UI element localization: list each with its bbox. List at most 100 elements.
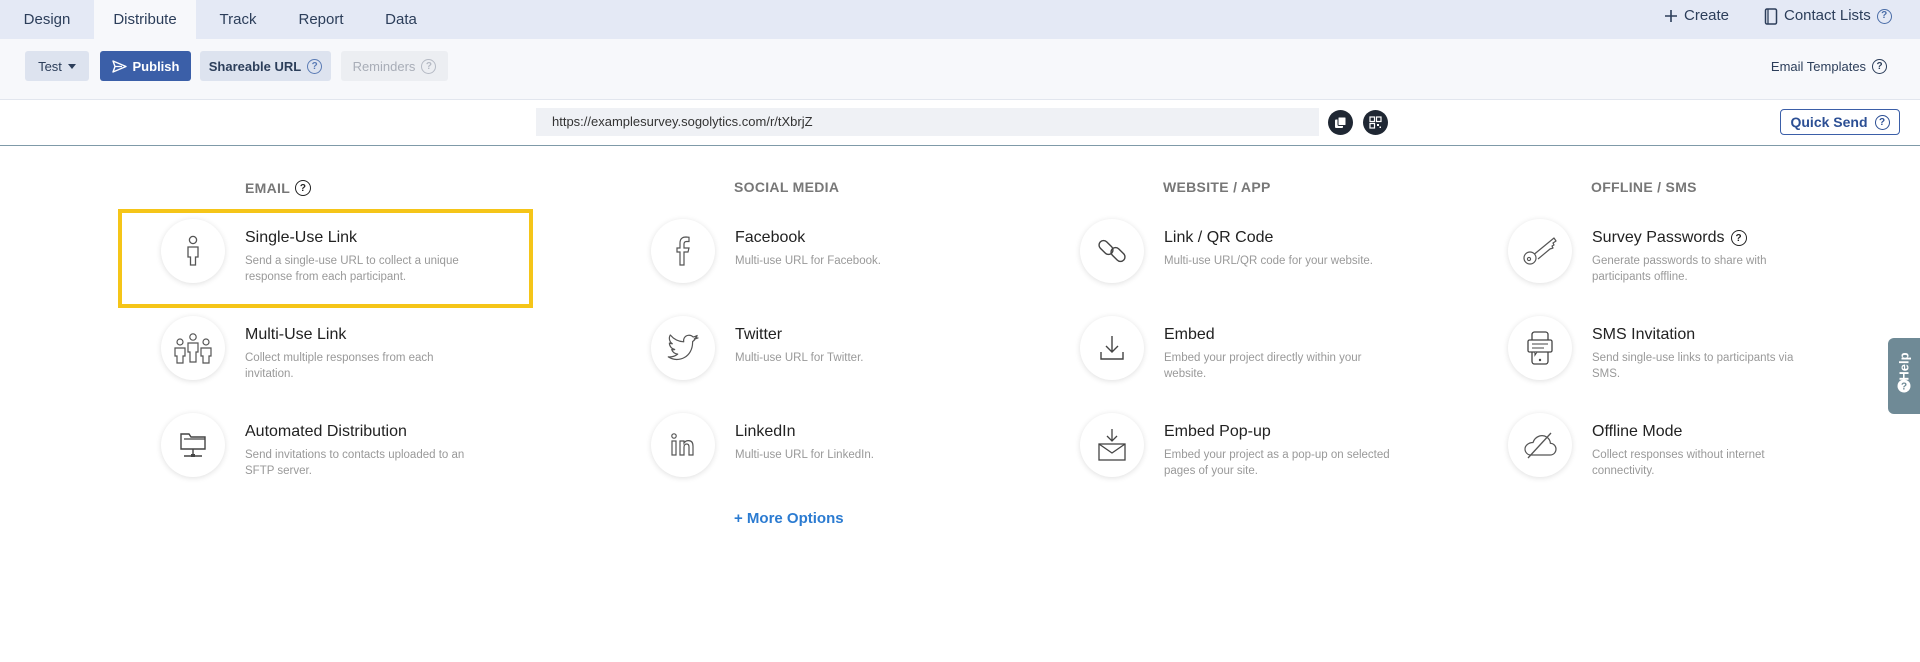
person-icon bbox=[187, 235, 199, 266]
folder-network-icon bbox=[180, 433, 206, 457]
copy-icon bbox=[1335, 116, 1347, 128]
distribute-toolbar: Test Publish Shareable URL ? Reminders ?… bbox=[0, 39, 1920, 100]
facebook-icon bbox=[676, 236, 690, 266]
quick-send-label: Quick Send bbox=[1790, 114, 1868, 130]
option-title: Offline Mode bbox=[1592, 423, 1683, 440]
qr-code-icon bbox=[1369, 116, 1382, 129]
survey-passwords-option[interactable]: Survey Passwords ? Generate passwords to… bbox=[1508, 219, 1920, 289]
option-description: Collect multiple responses from each inv… bbox=[245, 352, 434, 380]
option-description: Collect responses without internet conne… bbox=[1592, 449, 1765, 477]
email-heading-label: EMAIL bbox=[245, 180, 291, 196]
email-templates-link[interactable]: Email Templates ? bbox=[1766, 51, 1892, 81]
offline-sms-heading: OFFLINE / SMS bbox=[1591, 179, 1697, 195]
plus-icon bbox=[1665, 10, 1677, 22]
option-description: Multi-use URL for Facebook. bbox=[735, 255, 881, 267]
option-icon-circle bbox=[161, 316, 225, 380]
link-qr-code-option[interactable]: Link / QR Code Multi-use URL/QR code for… bbox=[1080, 219, 1500, 289]
tab-design[interactable]: Design bbox=[0, 0, 94, 39]
option-description: Multi-use URL for Twitter. bbox=[735, 352, 864, 364]
shareable-url-label: Shareable URL bbox=[208, 58, 302, 74]
help-circle-icon[interactable]: ? bbox=[295, 180, 312, 196]
option-title: Survey Passwords ? bbox=[1592, 229, 1747, 247]
qr-code-button[interactable] bbox=[1363, 110, 1388, 135]
option-description: Generate passwords to share with partici… bbox=[1592, 255, 1767, 283]
option-icon-circle bbox=[1080, 413, 1144, 477]
option-description: Embed your project directly within your … bbox=[1164, 352, 1362, 380]
help-circle-icon: ? bbox=[307, 58, 323, 74]
multi-use-link-option[interactable]: Multi-Use Link Collect multiple response… bbox=[161, 316, 581, 386]
option-icon-circle bbox=[651, 219, 715, 283]
tab-data[interactable]: Data bbox=[362, 0, 440, 39]
top-tab-bar: Design Distribute Track Report Data Crea… bbox=[0, 0, 1920, 39]
link-icon bbox=[1098, 239, 1126, 263]
contact-lists-label: Contact Lists bbox=[1784, 7, 1871, 24]
copy-button[interactable] bbox=[1328, 110, 1353, 135]
publish-button[interactable]: Publish bbox=[100, 51, 191, 81]
twitter-option[interactable]: Twitter Multi-use URL for Twitter. bbox=[651, 316, 1071, 386]
automated-distribution-option[interactable]: Automated Distribution Send invitations … bbox=[161, 413, 581, 483]
help-circle-icon: ? bbox=[1897, 379, 1911, 393]
option-description: Send a single-use URL to collect a uniqu… bbox=[245, 255, 459, 283]
help-side-tab[interactable]: Help ? bbox=[1888, 338, 1920, 414]
shareable-url-button[interactable]: Shareable URL ? bbox=[200, 51, 331, 81]
option-title: SMS Invitation bbox=[1592, 326, 1696, 343]
sms-invitation-option[interactable]: SMS Invitation Send single-use links to … bbox=[1508, 316, 1920, 386]
test-dropdown[interactable]: Test bbox=[25, 51, 89, 81]
survey-url-row: https://examplesurvey.sogolytics.com/r/t… bbox=[0, 100, 1920, 146]
address-book-icon bbox=[1764, 7, 1778, 25]
option-title-text: Survey Passwords bbox=[1592, 229, 1725, 246]
svg-text:?: ? bbox=[1901, 382, 1907, 393]
phone-message-icon bbox=[1527, 331, 1553, 365]
survey-url-field[interactable]: https://examplesurvey.sogolytics.com/r/t… bbox=[536, 108, 1319, 136]
reminders-label: Reminders bbox=[352, 58, 416, 74]
option-description: Send invitations to contacts uploaded to… bbox=[245, 449, 465, 477]
single-use-link-option[interactable]: Single-Use Link Send a single-use URL to… bbox=[161, 219, 581, 289]
option-icon-circle bbox=[651, 413, 715, 477]
tab-track[interactable]: Track bbox=[196, 0, 280, 39]
reminders-button[interactable]: Reminders ? bbox=[341, 51, 448, 81]
option-icon-circle bbox=[1508, 316, 1572, 380]
option-title: Single-Use Link bbox=[245, 229, 358, 246]
publish-label: Publish bbox=[132, 58, 180, 74]
embed-popup-option[interactable]: Embed Pop-up Embed your project as a pop… bbox=[1080, 413, 1500, 483]
option-title: Automated Distribution bbox=[245, 423, 407, 440]
option-title: Link / QR Code bbox=[1164, 229, 1274, 246]
tab-report[interactable]: Report bbox=[280, 0, 362, 39]
quick-send-button[interactable]: Quick Send ? bbox=[1780, 109, 1900, 135]
email-templates-label: Email Templates bbox=[1770, 58, 1867, 74]
contact-lists-button[interactable]: Contact Lists ? bbox=[1764, 0, 1892, 32]
offline-mode-option[interactable]: Offline Mode Collect responses without i… bbox=[1508, 413, 1920, 483]
help-circle-icon: ? bbox=[1874, 114, 1890, 130]
cloud-off-icon bbox=[1524, 432, 1557, 459]
linkedin-icon bbox=[671, 433, 694, 456]
option-title: Multi-Use Link bbox=[245, 326, 347, 343]
help-circle-icon[interactable]: ? bbox=[1876, 8, 1892, 24]
more-options-link[interactable]: + More Options bbox=[734, 510, 844, 527]
website-app-heading: WEBSITE / APP bbox=[1163, 179, 1271, 195]
option-title: Twitter bbox=[735, 326, 783, 343]
test-label: Test bbox=[38, 58, 62, 74]
twitter-icon bbox=[667, 334, 699, 361]
help-circle-icon[interactable]: ? bbox=[1730, 230, 1747, 246]
people-group-icon bbox=[174, 333, 212, 364]
option-icon-circle bbox=[1080, 316, 1144, 380]
facebook-option[interactable]: Facebook Multi-use URL for Facebook. bbox=[651, 219, 1071, 289]
linkedin-option[interactable]: LinkedIn Multi-use URL for LinkedIn. bbox=[651, 413, 1071, 483]
option-icon-circle bbox=[161, 219, 225, 283]
option-description: Multi-use URL for LinkedIn. bbox=[735, 449, 874, 461]
social-media-heading: SOCIAL MEDIA bbox=[734, 179, 840, 195]
create-button[interactable]: Create bbox=[1664, 0, 1729, 32]
option-icon-circle bbox=[651, 316, 715, 380]
option-title: LinkedIn bbox=[735, 423, 796, 440]
help-circle-icon[interactable]: ? bbox=[1872, 58, 1888, 74]
option-title: Embed Pop-up bbox=[1164, 423, 1271, 440]
download-icon bbox=[1100, 336, 1124, 360]
option-icon-circle bbox=[161, 413, 225, 477]
option-icon-circle bbox=[1080, 219, 1144, 283]
embed-option[interactable]: Embed Embed your project directly within… bbox=[1080, 316, 1500, 386]
create-label: Create bbox=[1684, 7, 1730, 24]
option-description: Embed your project as a pop-up on select… bbox=[1164, 449, 1390, 477]
help-circle-icon: ? bbox=[421, 58, 437, 74]
option-title: Facebook bbox=[735, 229, 806, 246]
tab-distribute[interactable]: Distribute bbox=[94, 0, 196, 39]
